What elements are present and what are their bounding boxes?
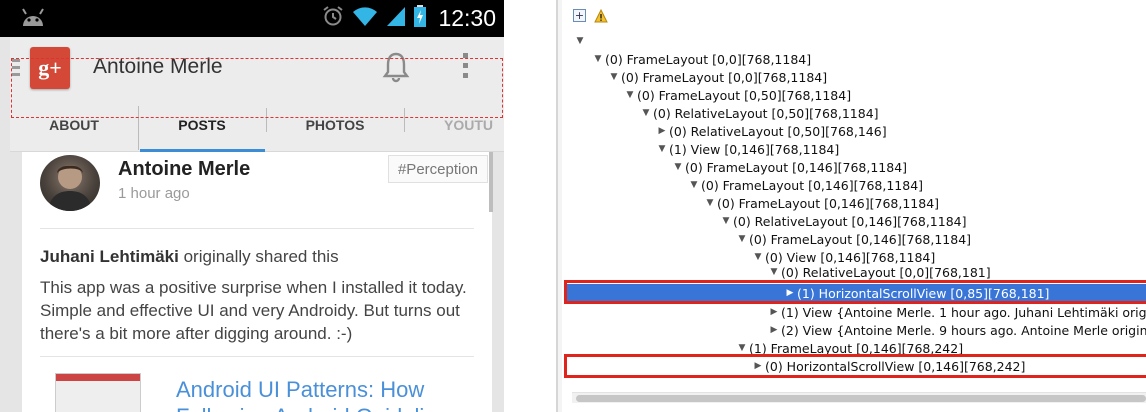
- tree-node-label: (0) FrameLayout [0,0][768,1184]: [621, 69, 828, 85]
- collapse-arrow-icon[interactable]: ▼: [688, 180, 700, 190]
- collapse-arrow-icon[interactable]: ▼: [640, 108, 652, 118]
- tree-node[interactable]: ▼ (0) RelativeLayout [0,0][768,181]: [768, 264, 991, 280]
- collapse-arrow-icon[interactable]: ▼: [720, 216, 732, 226]
- tree-node-label: (0) RelativeLayout [0,0][768,181]: [781, 264, 991, 280]
- collapse-arrow-icon[interactable]: ▼: [656, 144, 668, 154]
- notifications-bell-icon[interactable]: [382, 51, 410, 88]
- avatar[interactable]: [40, 155, 100, 211]
- tree-node[interactable]: ▶ (0) HorizontalScrollView [0,146][768,24…: [752, 357, 1026, 375]
- gplus-logo[interactable]: g+: [30, 47, 70, 89]
- tree-node-label: (0) HorizontalScrollView [0,146][768,242…: [765, 358, 1026, 374]
- view-hierarchy-panel: + ▼ ▼ (0) FrameLayout [0,0][768,1184] ▼ (0…: [562, 0, 1146, 412]
- tree-node-label: (0) FrameLayout [0,0][768,1184]: [605, 51, 812, 67]
- alarm-icon: [322, 5, 344, 32]
- tree-node-label: (1) View {Antoine Merle. 1 hour ago. Juh…: [781, 304, 1146, 320]
- status-bar: 12:30: [0, 0, 504, 37]
- link-title[interactable]: Android UI Patterns: How Following Andro…: [176, 376, 476, 412]
- collapse-arrow-icon[interactable]: ▼: [624, 90, 636, 100]
- status-icons: 12:30: [322, 0, 496, 37]
- device-screenshot: 12:30 g+ Antoine Merle ABOUT POSTS PHOTO…: [0, 0, 504, 412]
- tree-node[interactable]: ▼ (0) FrameLayout [0,146][768,1184]: [672, 158, 908, 176]
- hashtag-chip[interactable]: #Perception: [388, 155, 488, 183]
- expand-arrow-icon[interactable]: ▶: [768, 307, 780, 317]
- tree-node[interactable]: ▼ (0) FrameLayout [0,50][768,1184]: [624, 86, 852, 104]
- card-divider: [40, 356, 474, 357]
- warning-icon[interactable]: [594, 8, 608, 27]
- post-body-text: This app was a positive surprise when I …: [40, 278, 467, 343]
- shared-suffix: originally shared this: [178, 247, 339, 266]
- tree-root-toggle[interactable]: ▼: [574, 32, 587, 50]
- overflow-menu-icon[interactable]: [462, 52, 470, 85]
- tab-posts[interactable]: POSTS: [138, 98, 266, 152]
- page-title: Antoine Merle: [93, 55, 223, 78]
- tree-node-label: (0) FrameLayout [0,146][768,1184]: [685, 159, 908, 175]
- tree-node[interactable]: ▼ (1) View [0,146][768,1184]: [656, 140, 840, 158]
- tree-node-label: (0) RelativeLayout [0,146][768,1184]: [733, 213, 967, 229]
- tree-node-label: (1) FrameLayout [0,146][768,242]: [749, 340, 964, 356]
- collapse-arrow-icon[interactable]: ▼: [736, 234, 748, 244]
- original-author-name[interactable]: Juhani Lehtimäki: [40, 247, 179, 266]
- android-icon: [20, 8, 46, 33]
- profile-tab-bar: ABOUT POSTS PHOTOS YOUTU: [10, 98, 504, 152]
- expand-arrow-icon[interactable]: ▶: [784, 288, 796, 298]
- card-divider: [40, 228, 474, 229]
- collapse-arrow-icon[interactable]: ▼: [574, 36, 586, 46]
- signal-icon: [386, 5, 406, 32]
- battery-icon: [414, 5, 427, 32]
- status-clock: 12:30: [438, 5, 496, 31]
- tree-node-selected[interactable]: ▶ (1) HorizontalScrollView [0,85][768,181…: [566, 284, 1146, 302]
- tree-node-label: (1) View [0,146][768,1184]: [669, 141, 840, 157]
- tree-node-label: (0) FrameLayout [0,146][768,1184]: [701, 177, 924, 193]
- shared-attribution: Juhani Lehtimäki originally shared this: [40, 247, 339, 267]
- post-author-name[interactable]: Antoine Merle: [118, 158, 250, 181]
- drawer-indicator-icon[interactable]: [12, 59, 20, 82]
- link-thumbnail-image[interactable]: [55, 373, 141, 412]
- collapse-arrow-icon[interactable]: ▼: [672, 162, 684, 172]
- expand-arrow-icon[interactable]: ▶: [656, 126, 668, 136]
- wifi-icon: [352, 5, 378, 32]
- tab-about[interactable]: ABOUT: [10, 98, 138, 152]
- tree-node[interactable]: ▼ (0) FrameLayout [0,146][768,1184]: [736, 230, 972, 248]
- tree-node[interactable]: ▼ (0) RelativeLayout [0,146][768,1184]: [720, 212, 967, 230]
- tree-node[interactable]: ▼ (0) FrameLayout [0,0][768,1184]: [608, 68, 828, 86]
- tree-node[interactable]: ▶ (0) RelativeLayout [0,50][768,146]: [656, 122, 887, 140]
- tree-node[interactable]: ▼ (1) FrameLayout [0,146][768,242]: [736, 339, 964, 357]
- tab-youtube[interactable]: YOUTU: [410, 98, 504, 152]
- post-timestamp: 1 hour ago: [118, 185, 190, 202]
- tab-photos[interactable]: PHOTOS: [266, 98, 404, 152]
- collapse-arrow-icon[interactable]: ▼: [768, 267, 780, 277]
- vertical-scrollbar[interactable]: [489, 152, 493, 212]
- horizontal-scrollbar-thumb[interactable]: [576, 395, 1146, 402]
- tree-node-label: (0) RelativeLayout [0,50][768,146]: [669, 123, 887, 139]
- tree-node[interactable]: ▶ (2) View {Antoine Merle. 9 hours ago. A…: [768, 321, 1146, 339]
- collapse-arrow-icon[interactable]: ▼: [592, 54, 604, 64]
- tree-node-label: (0) FrameLayout [0,146][768,1184]: [717, 195, 940, 211]
- expand-arrow-icon[interactable]: ▶: [768, 325, 780, 335]
- tab-divider: [404, 108, 405, 132]
- tree-node[interactable]: ▼ (0) FrameLayout [0,146][768,1184]: [688, 176, 924, 194]
- collapse-arrow-icon[interactable]: ▼: [704, 198, 716, 208]
- tree-node[interactable]: ▼ (0) RelativeLayout [0,50][768,1184]: [640, 104, 879, 122]
- collapse-arrow-icon[interactable]: ▼: [752, 252, 764, 262]
- tree-node-label: (0) FrameLayout [0,146][768,1184]: [749, 231, 972, 247]
- expand-arrow-icon[interactable]: ▶: [752, 361, 764, 371]
- tree-node-label: (2) View {Antoine Merle. 9 hours ago. An…: [781, 322, 1146, 338]
- tree-node-label: (1) HorizontalScrollView [0,85][768,181]: [797, 285, 1050, 301]
- expand-all-icon[interactable]: +: [573, 9, 586, 22]
- tree-node[interactable]: ▶ (1) View {Antoine Merle. 1 hour ago. Ju…: [768, 303, 1146, 321]
- tree-node-label: (0) FrameLayout [0,50][768,1184]: [637, 87, 852, 103]
- collapse-arrow-icon[interactable]: ▼: [608, 72, 620, 82]
- tree-node[interactable]: ▼ (0) FrameLayout [0,146][768,1184]: [704, 194, 940, 212]
- tree-node[interactable]: ▼ (0) FrameLayout [0,0][768,1184]: [592, 50, 812, 68]
- tree-node-label: (0) RelativeLayout [0,50][768,1184]: [653, 105, 879, 121]
- action-bar: g+ Antoine Merle: [10, 37, 504, 98]
- collapse-arrow-icon[interactable]: ▼: [736, 343, 748, 353]
- app-window: 12:30 g+ Antoine Merle ABOUT POSTS PHOTO…: [0, 0, 1146, 412]
- tree-node-label: (0) View [0,146][768,1184]: [765, 249, 936, 265]
